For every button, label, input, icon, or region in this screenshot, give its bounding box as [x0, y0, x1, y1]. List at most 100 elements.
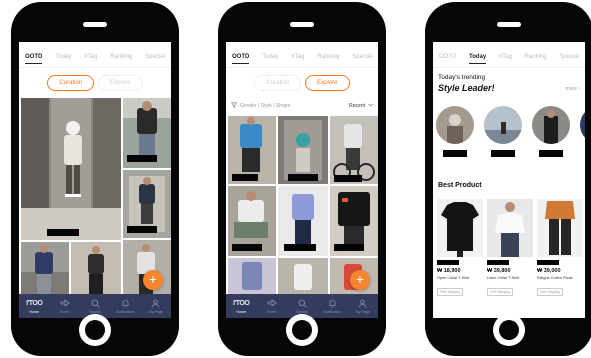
explore-button[interactable]: Explore [305, 75, 350, 91]
phone-ootd-curation: OOTD Today #Tag Ranking Special Curation… [11, 2, 179, 356]
nav-notification[interactable]: Notification [317, 294, 347, 318]
more-label: more [565, 86, 577, 92]
ootd-photo[interactable] [330, 186, 378, 256]
tab-today[interactable]: Today [469, 46, 487, 64]
ootd-photo[interactable] [278, 258, 328, 294]
tab-special[interactable]: Special [145, 46, 165, 63]
app-logo: I'TOO [26, 299, 43, 307]
nav-my-page[interactable]: My Page [348, 294, 378, 318]
tab-today[interactable]: Today [262, 46, 278, 63]
top-tab-bar: OOTD Today #Tag Ranking Special [19, 42, 171, 68]
product-image [487, 199, 533, 257]
phone-speaker [83, 22, 107, 27]
product-image [537, 199, 583, 257]
tab-special[interactable]: Special [559, 46, 579, 63]
nav-home[interactable]: I'TOO Home [226, 294, 256, 318]
tab-ootd[interactable]: OOTD [439, 46, 456, 63]
sort-label: Recent [349, 103, 365, 109]
explore-button[interactable]: Explore [98, 75, 143, 91]
ootd-photo[interactable] [228, 258, 276, 294]
ootd-photo[interactable] [278, 116, 328, 184]
feed-toggle: Curation Explore [19, 68, 171, 98]
trending-title: Style Leader! [438, 83, 495, 93]
ootd-photo[interactable] [278, 186, 328, 256]
product-card[interactable]: ₩ 18,900 Open Collar T-Shirt Free Shippi… [437, 199, 483, 298]
tab-ootd[interactable]: OOTD [25, 46, 43, 64]
arrow-right-icon [60, 298, 70, 308]
nav-label-event: Event [60, 310, 70, 314]
product-price: ₩ 18,900 [437, 268, 461, 274]
tab-special[interactable]: Special [352, 46, 372, 63]
free-shipping-badge: Free Shipping [487, 288, 513, 296]
nav-label-event: Event [267, 310, 277, 314]
style-leader-avatar [580, 106, 585, 144]
filter-label: Gender | Style | Shape [240, 103, 291, 109]
add-post-button[interactable]: + [143, 270, 163, 290]
phone-home-button [79, 314, 111, 346]
redacted-username [232, 244, 262, 251]
tab-ranking[interactable]: Ranking [525, 46, 547, 63]
style-leader-avatar [484, 106, 522, 144]
phone-today: OOTD Today #Tag Ranking Special Today's … [425, 2, 591, 356]
style-leader-item[interactable] [532, 106, 570, 157]
free-shipping-badge: Free Shipping [537, 288, 563, 296]
style-leader-item[interactable] [580, 106, 585, 157]
sort-dropdown[interactable]: Recent [349, 103, 373, 109]
curation-button[interactable]: Curation [254, 75, 302, 91]
tab-tag[interactable]: #Tag [84, 46, 97, 63]
mirror-selfie-photo [21, 98, 121, 240]
phone-home-button [286, 314, 318, 346]
style-leader-item[interactable] [436, 106, 474, 157]
redacted-username [127, 155, 157, 162]
bell-icon [328, 298, 337, 308]
chevron-right-icon: › [578, 86, 580, 92]
chevron-down-icon [368, 103, 373, 109]
nav-label-notification: Notification [116, 310, 135, 314]
screen-ootd-explore: OOTD Today #Tag Ranking Special Curation… [226, 42, 378, 318]
nav-notification[interactable]: Notification [110, 294, 140, 318]
ootd-photo[interactable] [330, 116, 378, 184]
ootd-photo[interactable] [123, 170, 171, 238]
product-name: Linen Collar T-Shirt [487, 276, 520, 280]
phone-speaker [497, 22, 521, 27]
redacted-brand [537, 260, 559, 265]
phone-home-button [493, 314, 525, 346]
more-link[interactable]: more › [566, 86, 580, 92]
phone-ootd-explore: OOTD Today #Tag Ranking Special Curation… [218, 2, 386, 356]
tab-today[interactable]: Today [55, 46, 71, 63]
redacted-username [284, 244, 316, 251]
product-card[interactable]: ₩ 39,000 Fatigue Cotton Pants Free Shipp… [537, 199, 583, 298]
tab-tag[interactable]: #Tag [291, 46, 304, 63]
nav-my-page[interactable]: My Page [141, 294, 171, 318]
tab-ranking[interactable]: Ranking [110, 46, 132, 63]
filter-button[interactable]: Gender | Style | Shape [230, 102, 291, 110]
product-name: Open Collar T-Shirt [437, 276, 470, 280]
person-icon [151, 298, 160, 308]
style-leader-item[interactable] [484, 106, 522, 157]
ootd-photo[interactable] [228, 186, 276, 256]
nav-home[interactable]: I'TOO Home [19, 294, 49, 318]
trending-subtitle: Today's trending [438, 74, 486, 81]
top-tab-bar: OOTD Today #Tag Ranking Special [226, 42, 378, 68]
bike-photo [330, 116, 378, 184]
tab-tag[interactable]: #Tag [499, 46, 512, 63]
add-post-button[interactable]: + [350, 270, 370, 290]
filter-icon [230, 102, 238, 110]
ootd-photo[interactable] [21, 98, 121, 240]
nav-event[interactable]: Event [256, 294, 286, 318]
tab-ranking[interactable]: Ranking [317, 46, 339, 63]
ootd-photo[interactable] [123, 98, 171, 168]
ootd-photo[interactable] [228, 116, 276, 184]
product-price: ₩ 39,000 [537, 268, 561, 274]
nav-event[interactable]: Event [49, 294, 79, 318]
feed-toggle: Curation Explore [226, 68, 378, 98]
product-name: Fatigue Cotton Pants [537, 276, 573, 280]
redacted-brand [487, 260, 509, 265]
product-card[interactable]: ₩ 39,800 Linen Collar T-Shirt Free Shipp… [487, 199, 533, 298]
app-logo: I'TOO [233, 299, 250, 307]
redacted-brand [437, 260, 459, 265]
redacted-username [334, 175, 362, 182]
tab-ootd[interactable]: OOTD [232, 46, 250, 64]
curation-button[interactable]: Curation [47, 75, 95, 91]
search-icon [298, 298, 307, 308]
